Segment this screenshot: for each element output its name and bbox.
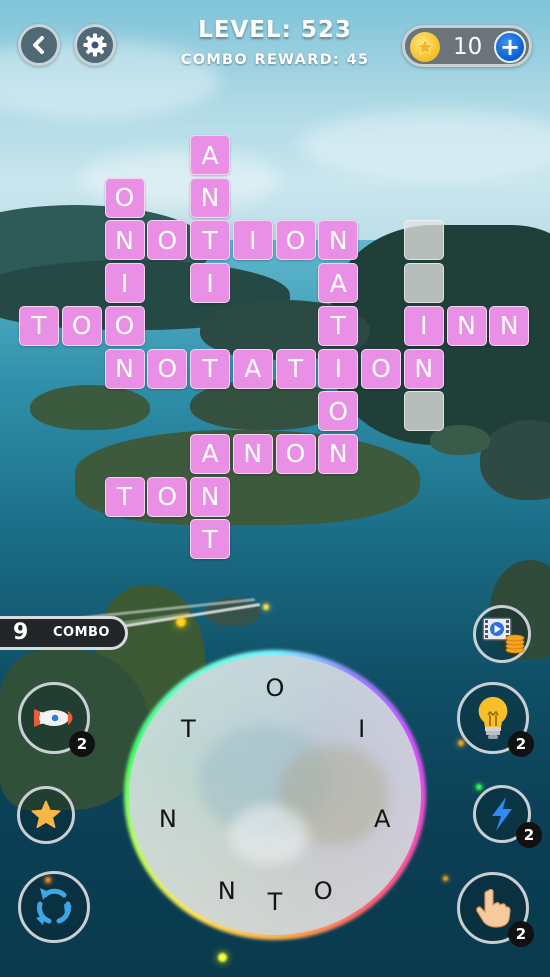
wheel-letter[interactable]: N: [212, 876, 242, 906]
star-coin-icon: [410, 32, 440, 62]
letter-wheel[interactable]: OIAOTNNT: [129, 655, 421, 935]
shuffle-icon: [36, 888, 72, 925]
sparkle: [218, 953, 227, 962]
grid-tile-letter: T: [190, 519, 230, 560]
sparkle: [443, 876, 448, 881]
grid-tile-letter: N: [318, 433, 359, 474]
grid-tile-letter: N: [190, 476, 230, 517]
wheel-letter[interactable]: T: [260, 887, 290, 917]
grid-tile-letter: O: [104, 305, 145, 346]
grid-tile-letter: N: [446, 305, 487, 346]
combo-counter: 9 COMBO: [0, 616, 128, 650]
pointing-hand-icon: [476, 888, 511, 928]
finger-count-badge: 2: [508, 921, 534, 947]
grid-tile-empty: [403, 391, 444, 432]
grid-tile-letter: I: [232, 220, 273, 261]
sparkle: [458, 740, 464, 746]
star-icon: [31, 800, 61, 828]
wheel-letter[interactable]: O: [260, 673, 290, 703]
wheel-letter[interactable]: A: [367, 804, 397, 834]
combo-count: 9: [13, 620, 29, 645]
star-powerup-button[interactable]: [17, 786, 75, 844]
rocket-count-badge: 2: [69, 731, 95, 757]
wheel-texture: [229, 805, 309, 865]
grid-tile-letter: I: [318, 348, 359, 389]
grid-tile-letter: T: [104, 476, 145, 517]
sparkle: [45, 877, 51, 883]
grid-tile-empty: [403, 220, 444, 261]
grid-tile-letter: N: [104, 220, 145, 261]
grid-tile-letter: A: [318, 263, 359, 304]
grid-tile-letter: T: [190, 348, 230, 389]
grid-tile-letter: O: [147, 220, 188, 261]
grid-tile-letter: O: [361, 348, 401, 389]
lightbulb-icon: [478, 696, 508, 739]
grid-tile-letter: N: [104, 348, 145, 389]
lightning-powerup-button[interactable]: 2: [473, 785, 542, 848]
grid-tile-letter: I: [190, 263, 230, 304]
grid-tile-letter: O: [318, 391, 359, 432]
grid-tile-letter: N: [489, 305, 530, 346]
shuffle-button[interactable]: [18, 871, 90, 943]
grid-tile-letter: N: [190, 177, 230, 218]
grid-tile-letter: O: [275, 433, 316, 474]
grid-tile-letter: O: [147, 476, 188, 517]
grid-tile-letter: O: [61, 305, 102, 346]
grid-tile-letter: N: [403, 348, 444, 389]
sparkle: [176, 617, 186, 627]
grid-tile-letter: T: [190, 220, 230, 261]
grid-tile-letter: A: [190, 135, 230, 175]
wheel-letter[interactable]: O: [308, 876, 338, 906]
grid-tile-letter: T: [318, 305, 359, 346]
hint-count-badge: 2: [508, 731, 534, 757]
rocket-powerup-button[interactable]: 2: [18, 682, 95, 757]
finger-powerup-button[interactable]: 2: [457, 872, 534, 947]
lightning-icon: [492, 797, 512, 831]
grid-tile-letter: I: [104, 263, 145, 304]
coin-count: 10: [453, 34, 483, 60]
grid-tile-letter: A: [232, 348, 273, 389]
wheel-letter[interactable]: N: [153, 804, 183, 834]
video-coins-icon: [482, 617, 525, 654]
grid-tile-letter: T: [275, 348, 316, 389]
grid-tile-letter: N: [318, 220, 359, 261]
grid-tile-letter: A: [190, 433, 230, 474]
grid-tile-letter: I: [403, 305, 444, 346]
lightning-count-badge: 2: [516, 822, 542, 848]
island: [30, 385, 150, 430]
sparkle: [263, 604, 269, 610]
grid-tile-letter: T: [19, 305, 59, 346]
coin-balance: 10 +: [402, 25, 532, 67]
sparkle: [476, 784, 482, 790]
watch-video-coins-button[interactable]: [473, 605, 531, 663]
plus-icon: +: [499, 33, 521, 61]
grid-tile-letter: O: [104, 177, 145, 218]
wheel-letter[interactable]: T: [173, 714, 203, 744]
grid-tile-letter: O: [275, 220, 316, 261]
rocket-icon: [34, 709, 73, 727]
grid-tile-empty: [403, 263, 444, 304]
grid-tile-letter: O: [147, 348, 188, 389]
combo-label: COMBO: [53, 625, 110, 640]
hint-powerup-button[interactable]: 2: [457, 682, 534, 757]
grid-tile-letter: N: [232, 433, 273, 474]
wheel-letter[interactable]: I: [347, 714, 377, 744]
add-coins-button[interactable]: +: [494, 31, 526, 63]
